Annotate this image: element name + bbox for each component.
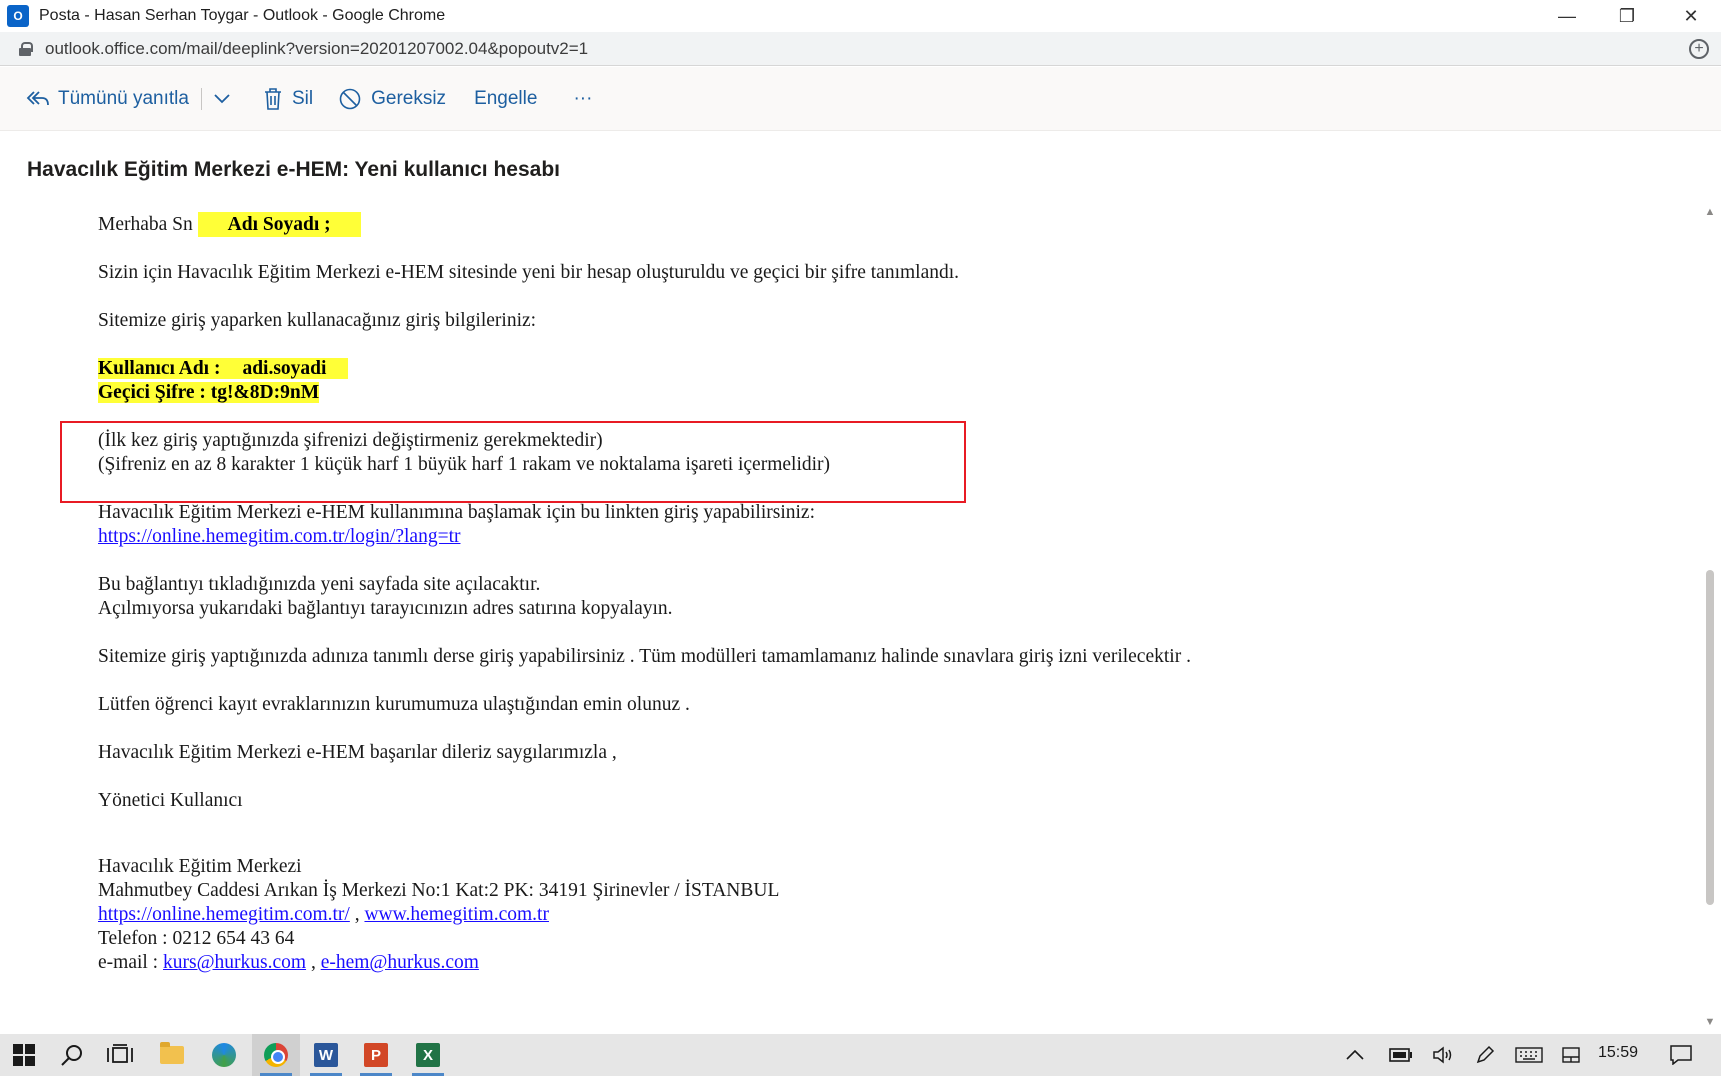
note-password-rules: (Şifreniz en az 8 karakter 1 küçük harf … — [98, 454, 831, 475]
scroll-down-arrow-icon[interactable]: ▼ — [1702, 1016, 1718, 1030]
window-title: Posta - Hasan Serhan Toygar - Outlook - … — [39, 7, 446, 24]
notification-icon[interactable] — [1664, 1034, 1698, 1076]
signature-phone: Telefon : 0212 654 43 64 — [98, 928, 295, 949]
signature-link-separator: , — [349, 904, 365, 925]
chevron-up-icon[interactable] — [1342, 1034, 1368, 1076]
close-button[interactable]: ✕ — [1661, 0, 1721, 32]
copy-text: Açılmıyorsa yukarıdaki bağlantıyı tarayı… — [98, 598, 673, 619]
note-first-login: (İlk kez giriş yaptığınızda şifrenizi de… — [98, 430, 603, 451]
minimize-button[interactable]: — — [1537, 0, 1597, 32]
block-circle-icon — [339, 88, 361, 109]
reply-options-dropdown[interactable] — [214, 79, 230, 119]
block-button[interactable]: Engelle — [474, 79, 537, 119]
sign-off: Yönetici Kullanıcı — [98, 790, 243, 811]
signature-email-prefix: e-mail : — [98, 952, 163, 973]
pen-icon[interactable] — [1470, 1034, 1500, 1076]
outlook-app-icon: O — [7, 5, 29, 27]
login-paragraph: Havacılık Eğitim Merkezi e-HEM kullanımı… — [98, 501, 1578, 549]
signature-email-ehem[interactable]: e-hem@hurkus.com — [321, 952, 479, 973]
scroll-up-arrow-icon[interactable]: ▲ — [1702, 206, 1718, 220]
windows-start-icon[interactable] — [0, 1034, 48, 1076]
url-text[interactable]: outlook.office.com/mail/deeplink?version… — [45, 39, 588, 59]
email-body: Merhaba Sn Adı Soyadı ; Sizin için Havac… — [98, 212, 1578, 975]
signature-org: Havacılık Eğitim Merkezi — [98, 856, 302, 877]
signature-email-kurs[interactable]: kurs@hurkus.com — [163, 952, 306, 973]
wishes-text: Havacılık Eğitim Merkezi e-HEM başarılar… — [98, 742, 617, 763]
word-icon[interactable]: W — [302, 1034, 350, 1076]
username-label: Kullanıcı Adı : — [98, 358, 221, 379]
reply-all-button[interactable]: Tümünü yanıtla — [26, 79, 189, 119]
signature-block: Havacılık Eğitim Merkezi Mahmutbey Cadde… — [98, 855, 1578, 975]
greeting-prefix: Merhaba Sn — [98, 214, 193, 235]
restore-button[interactable]: ❐ — [1597, 0, 1657, 32]
screen: O Posta - Hasan Serhan Toygar - Outlook … — [0, 0, 1721, 1076]
more-icon: ··· — [573, 87, 593, 109]
tablet-icon[interactable] — [1556, 1034, 1586, 1076]
reply-all-icon — [26, 90, 49, 105]
documents-text: Lütfen öğrenci kayıt evraklarınızın kuru… — [98, 694, 690, 715]
signature-email-separator: , — [306, 952, 321, 973]
clock[interactable]: 15:59 — [1598, 1044, 1638, 1062]
zoom-plus-icon[interactable]: + — [1689, 39, 1709, 59]
new-page-text: Bu bağlantıyı tıkladığınızda yeni sayfad… — [98, 574, 541, 595]
credentials-block: Kullanıcı Adı : adi.soyadi Geçici Şifre :… — [98, 357, 1578, 405]
greeting-line: Merhaba Sn Adı Soyadı ; — [98, 212, 1578, 237]
signature-link-website[interactable]: www.hemegitim.com.tr — [364, 904, 549, 925]
password-notes: (İlk kez giriş yaptığınızda şifrenizi de… — [98, 429, 1578, 477]
delete-button[interactable]: Sil — [264, 79, 313, 119]
powerpoint-icon[interactable]: P — [352, 1034, 400, 1076]
volume-icon[interactable] — [1428, 1034, 1458, 1076]
credentials-intro: Sitemize giriş yaparken kullanacağınız g… — [98, 310, 537, 331]
excel-icon[interactable]: X — [404, 1034, 452, 1076]
trash-icon — [264, 87, 281, 110]
address-bar[interactable]: outlook.office.com/mail/deeplink?version… — [0, 32, 1721, 66]
more-actions-button[interactable]: ··· — [573, 79, 592, 119]
toolbar-divider — [200, 87, 202, 110]
course-text: Sitemize giriş yaptığınızda adınıza tanı… — [98, 646, 1191, 667]
greeting-name: Adı Soyadı ; — [197, 212, 361, 237]
junk-button[interactable]: Gereksiz — [339, 79, 446, 119]
password-line: Geçici Şifre : tg!&8D:9nM — [98, 382, 320, 403]
start-text: Havacılık Eğitim Merkezi e-HEM kullanımı… — [98, 502, 815, 523]
file-explorer-icon[interactable] — [148, 1034, 196, 1076]
email-subject: Havacılık Eğitim Merkezi e-HEM: Yeni kul… — [27, 158, 560, 181]
intro-text: Sizin için Havacılık Eğitim Merkezi e-HE… — [98, 262, 960, 283]
reply-all-label: Tümünü yanıtla — [58, 87, 189, 109]
block-label: Engelle — [474, 87, 538, 109]
chevron-down-icon — [214, 93, 230, 103]
login-link[interactable]: https://online.hemegitim.com.tr/login/?l… — [98, 526, 460, 547]
task-view-icon[interactable] — [96, 1034, 144, 1076]
delete-label: Sil — [291, 87, 314, 109]
browser-title-bar: O Posta - Hasan Serhan Toygar - Outlook … — [0, 0, 1721, 32]
junk-label: Gereksiz — [371, 87, 447, 109]
signature-link-online[interactable]: https://online.hemegitim.com.tr/ — [98, 904, 350, 925]
lock-icon[interactable] — [19, 41, 33, 56]
signature-address: Mahmutbey Caddesi Arıkan İş Merkezi No:1… — [98, 880, 780, 901]
chrome-icon[interactable] — [252, 1034, 300, 1076]
link-help-paragraph: Bu bağlantıyı tıkladığınızda yeni sayfad… — [98, 573, 1578, 621]
search-icon[interactable] — [48, 1034, 96, 1076]
keyboard-icon[interactable] — [1512, 1034, 1546, 1076]
mail-command-bar: Tümünü yanıtla Sil Gereksiz Engelle ··· — [0, 67, 1721, 131]
username-value: adi.soyadi — [220, 358, 349, 379]
battery-icon[interactable] — [1386, 1034, 1416, 1076]
scrollbar-thumb[interactable] — [1706, 570, 1714, 905]
edge-icon[interactable] — [200, 1034, 248, 1076]
email-body-pane: Merhaba Sn Adı Soyadı ; Sizin için Havac… — [12, 203, 1692, 1035]
